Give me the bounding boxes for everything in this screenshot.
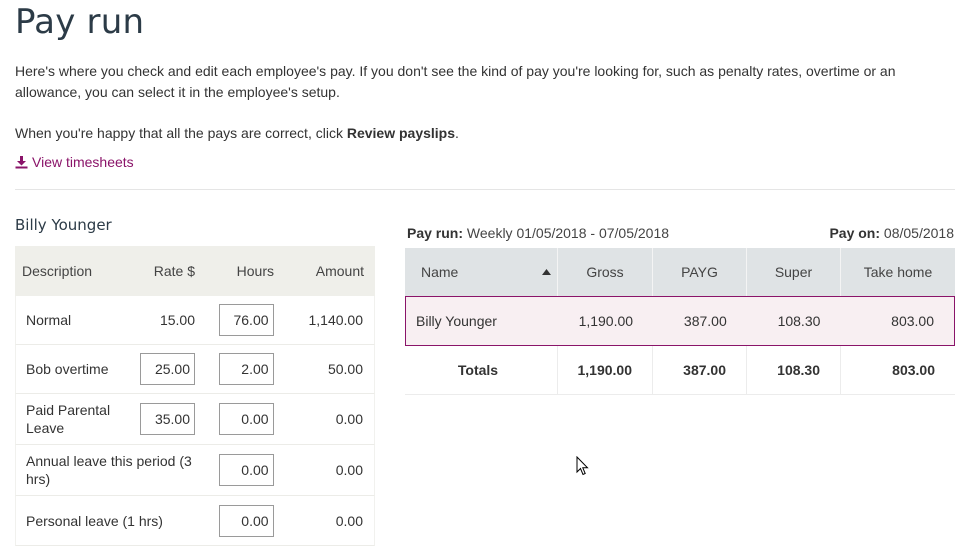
pay-line-rate: 15.00 bbox=[159, 312, 195, 328]
pay-summary-header: Name Gross PAYG Super Take home bbox=[405, 248, 955, 296]
column-name-sortable[interactable]: Name bbox=[405, 248, 558, 296]
view-timesheets-link[interactable]: View timesheets bbox=[15, 154, 134, 170]
intro-text: Here's where you check and edit each emp… bbox=[15, 61, 955, 144]
employee-summary-row[interactable]: Billy Younger 1,190.00 387.00 108.30 803… bbox=[405, 296, 955, 346]
pay-line-amount: 1,140.00 bbox=[308, 312, 364, 328]
pay-line-description: Paid Parental Leave bbox=[26, 402, 111, 436]
pay-line-row: Bob overtime 25.00 2.00 50.00 bbox=[15, 345, 375, 394]
pay-line-amount: 0.00 bbox=[335, 411, 363, 427]
pay-on-date: Pay on: 08/05/2018 bbox=[829, 225, 954, 241]
pay-line-amount: 0.00 bbox=[335, 462, 363, 478]
hours-input[interactable]: 76.00 bbox=[218, 304, 274, 336]
hours-input[interactable]: 0.00 bbox=[218, 454, 274, 486]
pay-line-description: Normal bbox=[26, 312, 72, 328]
pay-line-row: Normal 15.00 76.00 1,140.00 bbox=[15, 296, 375, 345]
column-take-home[interactable]: Take home bbox=[841, 248, 955, 296]
summary-take-home: 803.00 bbox=[891, 313, 934, 329]
mouse-pointer-icon bbox=[576, 456, 589, 476]
summary-super: 108.30 bbox=[777, 313, 821, 329]
totals-payg: 387.00 bbox=[653, 346, 747, 394]
view-timesheets-label: View timesheets bbox=[32, 154, 134, 170]
sort-up-icon bbox=[542, 269, 551, 275]
column-hours: Hours bbox=[236, 263, 274, 279]
totals-take-home: 803.00 bbox=[892, 362, 935, 378]
column-rate: Rate $ bbox=[153, 263, 195, 279]
rate-input[interactable]: 25.00 bbox=[140, 353, 195, 385]
summary-gross: 1,190.00 bbox=[578, 313, 634, 329]
summary-employee-name: Billy Younger bbox=[416, 313, 497, 329]
pay-line-row: Paid Parental Leave 35.00 0.00 0.00 bbox=[15, 394, 375, 445]
column-super[interactable]: Super bbox=[747, 248, 841, 296]
rate-input[interactable]: 35.00 bbox=[140, 403, 195, 435]
pay-line-amount: 0.00 bbox=[335, 512, 363, 529]
employee-name-heading: Billy Younger bbox=[15, 216, 112, 234]
column-description: Description bbox=[22, 263, 93, 279]
section-divider bbox=[15, 189, 955, 190]
pay-lines-table: Description Rate $ Hours Amount Normal 1… bbox=[15, 246, 375, 546]
pay-line-row: Annual leave this period (3 hrs) 0.00 0.… bbox=[15, 445, 375, 496]
hours-input[interactable]: 0.00 bbox=[218, 504, 274, 537]
page-title: Pay run bbox=[15, 2, 145, 42]
column-amount: Amount bbox=[315, 263, 364, 279]
pay-line-description: Personal leave (1 hrs) bbox=[26, 512, 163, 529]
intro-paragraph-1: Here's where you check and edit each emp… bbox=[15, 63, 896, 100]
review-payslips-mention: Review payslips bbox=[346, 125, 456, 141]
pay-lines-header: Description Rate $ Hours Amount bbox=[15, 246, 375, 296]
pay-line-amount: 50.00 bbox=[327, 361, 363, 377]
summary-payg: 387.00 bbox=[683, 313, 727, 329]
pay-line-description: Annual leave this period (3 hrs) bbox=[26, 453, 192, 487]
intro-paragraph-2: When you're happy that all the pays are … bbox=[15, 125, 459, 141]
totals-gross: 1,190.00 bbox=[558, 346, 653, 394]
pay-line-row: Personal leave (1 hrs) 0.00 0.00 bbox=[15, 496, 375, 546]
totals-super: 108.30 bbox=[747, 346, 841, 394]
totals-row: Totals 1,190.00 387.00 108.30 803.00 bbox=[405, 346, 955, 395]
download-icon bbox=[15, 155, 28, 168]
pay-run-period: Pay run: Weekly 01/05/2018 - 07/05/2018 bbox=[407, 225, 670, 241]
totals-label: Totals bbox=[405, 346, 558, 394]
hours-input[interactable]: 2.00 bbox=[218, 353, 274, 385]
hours-input[interactable]: 0.00 bbox=[218, 403, 274, 435]
column-gross[interactable]: Gross bbox=[558, 248, 653, 296]
pay-run-meta: Pay run: Weekly 01/05/2018 - 07/05/2018 … bbox=[407, 225, 954, 241]
pay-summary-table: Name Gross PAYG Super Take home Billy Yo… bbox=[405, 248, 955, 395]
pay-line-description: Bob overtime bbox=[26, 361, 109, 377]
column-payg[interactable]: PAYG bbox=[653, 248, 747, 296]
